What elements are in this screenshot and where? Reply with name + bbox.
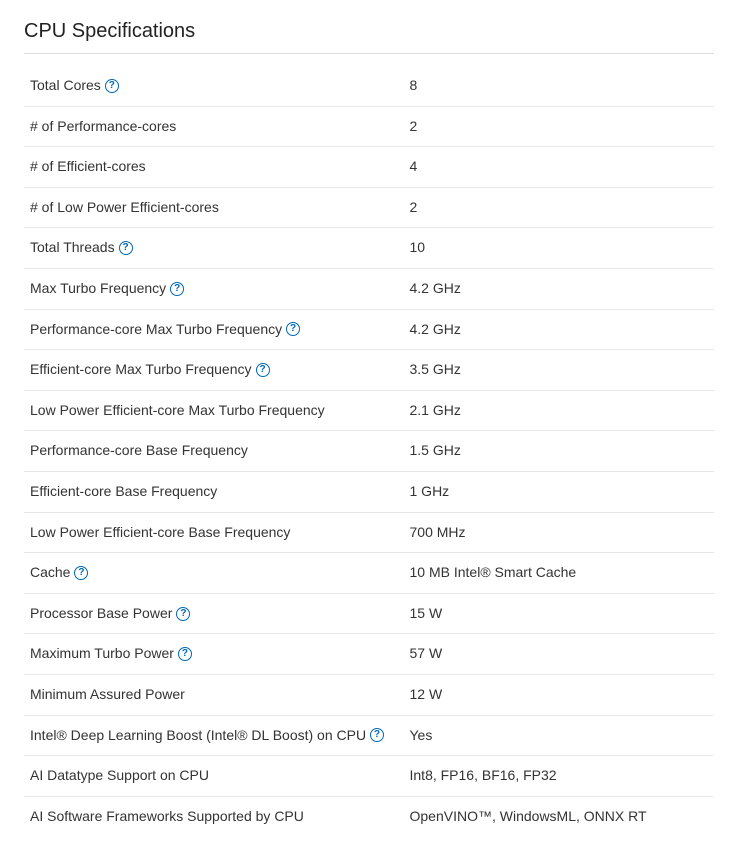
table-row: Intel® Deep Learning Boost (Intel® DL Bo… — [24, 715, 714, 756]
table-row: Efficient-core Base Frequency 1 GHz — [24, 471, 714, 512]
table-row: Total Cores?8 — [24, 66, 714, 106]
spec-value: Yes — [404, 715, 715, 756]
spec-value: 1.5 GHz — [404, 431, 715, 472]
table-row: Performance-core Max Turbo Frequency?4.2… — [24, 309, 714, 350]
help-icon[interactable]: ? — [105, 79, 119, 93]
spec-label: Minimum Assured Power — [24, 674, 404, 715]
help-icon[interactable]: ? — [286, 322, 300, 336]
table-row: Minimum Assured Power 12 W — [24, 674, 714, 715]
spec-label-text: # of Performance-cores — [30, 117, 176, 137]
spec-value: 57 W — [404, 634, 715, 675]
spec-label-text: # of Low Power Efficient-cores — [30, 198, 219, 218]
table-row: Processor Base Power?15 W — [24, 593, 714, 634]
spec-label: Intel® Deep Learning Boost (Intel® DL Bo… — [24, 715, 404, 756]
table-row: # of Efficient-cores 4 — [24, 147, 714, 188]
table-row: Max Turbo Frequency?4.2 GHz — [24, 268, 714, 309]
spec-value: 2 — [404, 106, 715, 147]
spec-label: Maximum Turbo Power? — [24, 634, 404, 675]
spec-label: Cache? — [24, 553, 404, 594]
spec-value: Int8, FP16, BF16, FP32 — [404, 756, 715, 797]
table-row: Low Power Efficient-core Max Turbo Frequ… — [24, 390, 714, 431]
spec-label-text: Low Power Efficient-core Base Frequency — [30, 523, 290, 543]
table-row: AI Datatype Support on CPU Int8, FP16, BF… — [24, 756, 714, 797]
spec-label: Processor Base Power? — [24, 593, 404, 634]
spec-label: Max Turbo Frequency? — [24, 268, 404, 309]
table-row: Total Threads?10 — [24, 228, 714, 269]
table-row: Efficient-core Max Turbo Frequency?3.5 G… — [24, 350, 714, 391]
help-icon[interactable]: ? — [119, 241, 133, 255]
spec-label: Total Cores? — [24, 66, 404, 106]
page-title: CPU Specifications — [24, 20, 714, 54]
spec-label: # of Efficient-cores — [24, 147, 404, 188]
spec-value: 2 — [404, 187, 715, 228]
spec-label: # of Low Power Efficient-cores — [24, 187, 404, 228]
spec-label-text: Performance-core Max Turbo Frequency — [30, 320, 282, 340]
spec-value: 1 GHz — [404, 471, 715, 512]
spec-label-text: Max Turbo Frequency — [30, 279, 166, 299]
spec-label-text: Low Power Efficient-core Max Turbo Frequ… — [30, 401, 325, 421]
spec-value: 10 MB Intel® Smart Cache — [404, 553, 715, 594]
spec-label-text: Efficient-core Base Frequency — [30, 482, 217, 502]
spec-table: Total Cores?8# of Performance-cores2# of… — [24, 66, 714, 836]
spec-label-text: Maximum Turbo Power — [30, 644, 174, 664]
table-row: # of Performance-cores 2 — [24, 106, 714, 147]
spec-value: 700 MHz — [404, 512, 715, 553]
spec-value: 15 W — [404, 593, 715, 634]
spec-label-text: Total Threads — [30, 238, 115, 258]
spec-label-text: Intel® Deep Learning Boost (Intel® DL Bo… — [30, 726, 366, 746]
spec-label-text: # of Efficient-cores — [30, 157, 146, 177]
spec-label-text: Efficient-core Max Turbo Frequency — [30, 360, 252, 380]
spec-value: 4.2 GHz — [404, 268, 715, 309]
spec-value: 12 W — [404, 674, 715, 715]
table-row: Low Power Efficient-core Base Frequency 7… — [24, 512, 714, 553]
spec-label-text: Minimum Assured Power — [30, 685, 185, 705]
table-row: Cache?10 MB Intel® Smart Cache — [24, 553, 714, 594]
spec-value: 2.1 GHz — [404, 390, 715, 431]
spec-label-text: Performance-core Base Frequency — [30, 441, 248, 461]
spec-label-text: Processor Base Power — [30, 604, 172, 624]
spec-label-text: Total Cores — [30, 76, 101, 96]
spec-value: OpenVINO™, WindowsML, ONNX RT — [404, 796, 715, 836]
spec-label: Efficient-core Base Frequency — [24, 471, 404, 512]
help-icon[interactable]: ? — [256, 363, 270, 377]
spec-label: Performance-core Base Frequency — [24, 431, 404, 472]
help-icon[interactable]: ? — [74, 566, 88, 580]
spec-label: Efficient-core Max Turbo Frequency? — [24, 350, 404, 391]
help-icon[interactable]: ? — [178, 647, 192, 661]
spec-label: AI Datatype Support on CPU — [24, 756, 404, 797]
spec-label: Total Threads? — [24, 228, 404, 269]
spec-label: # of Performance-cores — [24, 106, 404, 147]
spec-label: Performance-core Max Turbo Frequency? — [24, 309, 404, 350]
spec-label: AI Software Frameworks Supported by CPU — [24, 796, 404, 836]
spec-label-text: Cache — [30, 563, 70, 583]
spec-label: Low Power Efficient-core Max Turbo Frequ… — [24, 390, 404, 431]
spec-value: 10 — [404, 228, 715, 269]
table-row: # of Low Power Efficient-cores 2 — [24, 187, 714, 228]
help-icon[interactable]: ? — [170, 282, 184, 296]
spec-label: Low Power Efficient-core Base Frequency — [24, 512, 404, 553]
table-row: Maximum Turbo Power?57 W — [24, 634, 714, 675]
spec-label-text: AI Software Frameworks Supported by CPU — [30, 807, 304, 827]
spec-value: 4.2 GHz — [404, 309, 715, 350]
help-icon[interactable]: ? — [176, 607, 190, 621]
table-row: AI Software Frameworks Supported by CPU O… — [24, 796, 714, 836]
spec-label-text: AI Datatype Support on CPU — [30, 766, 209, 786]
spec-value: 8 — [404, 66, 715, 106]
spec-value: 3.5 GHz — [404, 350, 715, 391]
help-icon[interactable]: ? — [370, 728, 384, 742]
table-row: Performance-core Base Frequency 1.5 GHz — [24, 431, 714, 472]
spec-value: 4 — [404, 147, 715, 188]
